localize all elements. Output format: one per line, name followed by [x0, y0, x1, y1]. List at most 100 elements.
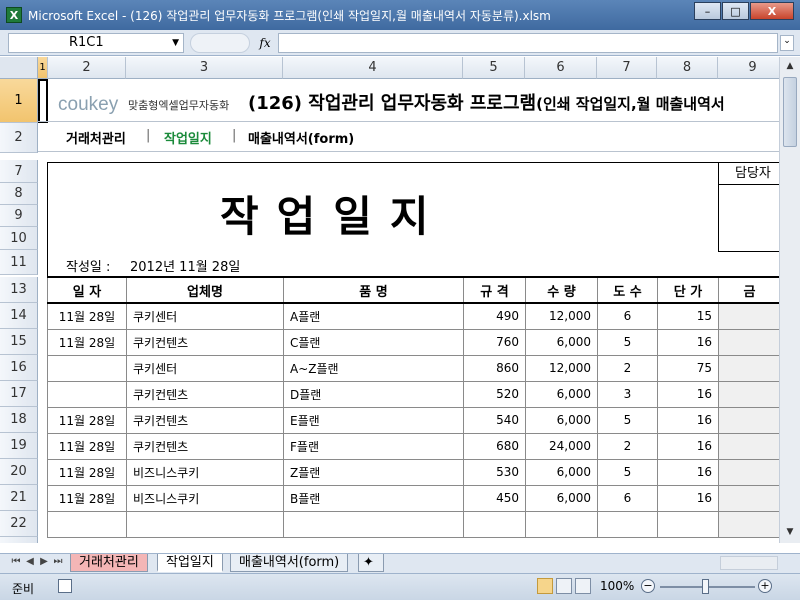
cell-date[interactable]: 11월 28일: [47, 432, 127, 460]
minimize-button[interactable]: –: [694, 2, 721, 20]
prev-sheet-icon[interactable]: ◀: [24, 556, 36, 567]
cell-colors[interactable]: 3: [597, 380, 658, 408]
cell-date[interactable]: [47, 380, 127, 408]
cell-spec[interactable]: 520: [463, 380, 526, 408]
cell-spec[interactable]: [463, 510, 526, 538]
cell-quantity[interactable]: 6,000: [525, 328, 598, 356]
header-unit-price[interactable]: 단 가: [657, 276, 719, 304]
cell-colors[interactable]: 5: [597, 458, 658, 486]
cell-company[interactable]: 쿠키센터: [126, 302, 284, 330]
cell-amount[interactable]: [718, 302, 781, 330]
cell-amount[interactable]: [718, 354, 781, 382]
expand-formula-bar-icon[interactable]: ⌄: [780, 35, 794, 51]
zoom-slider-thumb[interactable]: [702, 579, 709, 594]
vertical-scrollbar[interactable]: ▲ ▼: [779, 57, 800, 543]
excel-app-icon[interactable]: X: [6, 7, 22, 23]
row-header[interactable]: 11: [0, 250, 38, 275]
cell-quantity[interactable]: 6,000: [525, 458, 598, 486]
cell-spec[interactable]: 540: [463, 406, 526, 434]
cell-colors[interactable]: 5: [597, 406, 658, 434]
cell-spec[interactable]: 450: [463, 484, 526, 512]
last-sheet-icon[interactable]: ⏭: [52, 556, 64, 567]
active-cell-selection[interactable]: [38, 79, 48, 123]
row-header[interactable]: 23: [0, 537, 38, 543]
cell-unit-price[interactable]: 75: [657, 354, 719, 382]
column-header[interactable]: 6: [525, 57, 597, 79]
cell-colors[interactable]: [597, 510, 658, 538]
cell-amount[interactable]: [718, 406, 781, 434]
cell-unit-price[interactable]: 16: [657, 458, 719, 486]
cell-colors[interactable]: 6: [597, 302, 658, 330]
cell-amount[interactable]: [718, 432, 781, 460]
row-header[interactable]: 22: [0, 511, 38, 537]
row-header[interactable]: 21: [0, 485, 38, 511]
cell-date[interactable]: [47, 354, 127, 382]
macro-record-icon[interactable]: [58, 579, 72, 593]
row-header[interactable]: 19: [0, 433, 38, 459]
cell-quantity[interactable]: 6,000: [525, 484, 598, 512]
cell-item[interactable]: [283, 510, 464, 538]
formula-bar-divider[interactable]: [190, 33, 250, 53]
row-header[interactable]: 2: [0, 123, 38, 153]
cell-company[interactable]: 쿠키컨텐츠: [126, 406, 284, 434]
column-header[interactable]: 5: [463, 57, 525, 79]
cell-amount[interactable]: [718, 458, 781, 486]
maximize-button[interactable]: □: [722, 2, 749, 20]
row-header[interactable]: 7: [0, 160, 38, 183]
formula-input[interactable]: [278, 33, 778, 53]
cell-amount[interactable]: [718, 328, 781, 356]
cell-colors[interactable]: 2: [597, 432, 658, 460]
chevron-down-icon[interactable]: ▼: [172, 34, 179, 52]
header-quantity[interactable]: 수 량: [525, 276, 598, 304]
column-header[interactable]: 9: [718, 57, 779, 79]
scroll-up-icon[interactable]: ▲: [783, 59, 797, 73]
cell-date[interactable]: 11월 28일: [47, 302, 127, 330]
cell-unit-price[interactable]: 16: [657, 432, 719, 460]
cell-unit-price[interactable]: 16: [657, 484, 719, 512]
cell-unit-price[interactable]: 16: [657, 380, 719, 408]
nav-link-clients[interactable]: 거래처관리: [66, 128, 126, 147]
cell-quantity[interactable]: 12,000: [525, 354, 598, 382]
zoom-level[interactable]: 100%: [600, 579, 634, 593]
cell-spec[interactable]: 490: [463, 302, 526, 330]
cell-date[interactable]: 11월 28일: [47, 328, 127, 356]
cell-amount[interactable]: [718, 510, 781, 538]
nav-link-worklog[interactable]: 작업일지: [164, 128, 212, 147]
header-item[interactable]: 품 명: [283, 276, 464, 304]
cell-company[interactable]: 비즈니스쿠키: [126, 484, 284, 512]
first-sheet-icon[interactable]: ⏮: [10, 556, 22, 567]
page-layout-view-icon[interactable]: [556, 578, 572, 594]
zoom-in-button[interactable]: +: [758, 579, 772, 593]
tab-worklog[interactable]: 작업일지: [157, 554, 223, 572]
cell-date[interactable]: 11월 28일: [47, 406, 127, 434]
cell-colors[interactable]: 2: [597, 354, 658, 382]
cell-company[interactable]: 쿠키컨텐츠: [126, 380, 284, 408]
cell-unit-price[interactable]: 16: [657, 328, 719, 356]
cell-company[interactable]: 쿠키컨텐츠: [126, 432, 284, 460]
cell-item[interactable]: Z플랜: [283, 458, 464, 486]
horizontal-scrollbar[interactable]: [720, 556, 778, 570]
cell-quantity[interactable]: 6,000: [525, 406, 598, 434]
cell-date[interactable]: 11월 28일: [47, 484, 127, 512]
row-header[interactable]: 1: [0, 79, 38, 123]
row-header[interactable]: 8: [0, 183, 38, 205]
cell-quantity[interactable]: 6,000: [525, 380, 598, 408]
cell-item[interactable]: A~Z플랜: [283, 354, 464, 382]
cell-item[interactable]: E플랜: [283, 406, 464, 434]
cell-company[interactable]: 쿠키컨텐츠: [126, 328, 284, 356]
cell-unit-price[interactable]: 16: [657, 406, 719, 434]
row-header[interactable]: 20: [0, 459, 38, 485]
cell-company[interactable]: [126, 510, 284, 538]
header-amount[interactable]: 금: [718, 276, 781, 304]
cell-item[interactable]: D플랜: [283, 380, 464, 408]
cell-spec[interactable]: 760: [463, 328, 526, 356]
cell-amount[interactable]: [718, 484, 781, 512]
header-date[interactable]: 일 자: [47, 276, 127, 304]
close-button[interactable]: X: [750, 2, 794, 20]
cell-quantity[interactable]: 12,000: [525, 302, 598, 330]
row-header[interactable]: 9: [0, 205, 38, 227]
select-all-corner[interactable]: [0, 57, 38, 79]
cell-date[interactable]: [47, 510, 127, 538]
cell-item[interactable]: F플랜: [283, 432, 464, 460]
tab-sales-form[interactable]: 매출내역서(form): [230, 554, 349, 572]
